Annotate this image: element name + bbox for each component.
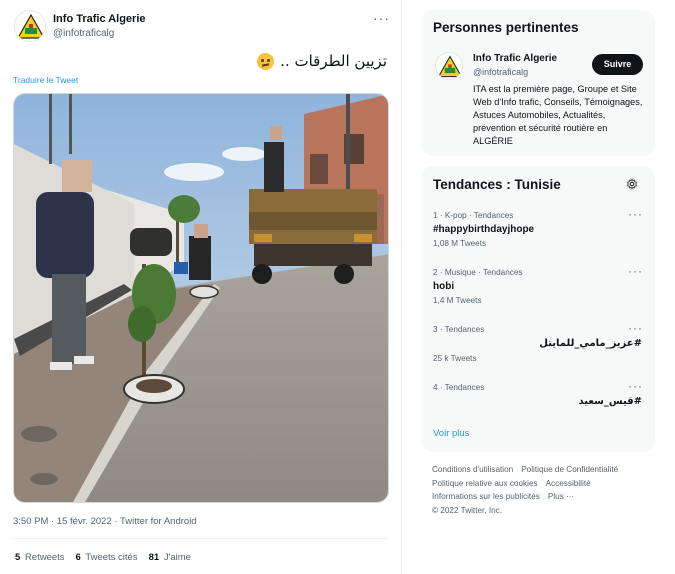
trend-item[interactable]: 1 · K-pop · Tendances ··· #happybirthday… (421, 207, 655, 267)
translate-tweet-link[interactable]: Traduire le Tweet (13, 75, 78, 85)
trend-meta: 2 · Musique · Tendances (433, 268, 523, 277)
thinking-face-emoji (257, 52, 275, 70)
trend-name: #happybirthdayjhope (433, 224, 535, 235)
footer-links: Conditions d'utilisation Politique de Con… (432, 463, 662, 517)
trends-card: Tendances : Tunisie 1 · K-pop · Tendance… (421, 166, 655, 452)
more-dots-icon[interactable]: ··· (628, 379, 643, 393)
trend-item[interactable]: 3 · Tendances ··· #عزيز_مامي_للمايتل 25 … (421, 321, 655, 381)
retweets-count: 5 (15, 552, 21, 563)
footer-more-link[interactable]: Plus ··· (548, 492, 574, 501)
more-dots-icon[interactable]: ··· (628, 264, 643, 278)
quote-tweets-label: Tweets cités (85, 552, 138, 563)
trend-tweet-count: 1,08 M Tweets (433, 239, 487, 248)
trend-tweet-count: 25 k Tweets (433, 354, 477, 363)
trends-title: Tendances : Tunisie (433, 177, 561, 192)
tweet-photo[interactable] (13, 93, 389, 503)
copyright: © 2022 Twitter, Inc. (432, 505, 503, 515)
likes-count: 81 (148, 552, 160, 563)
author-avatar[interactable] (14, 10, 46, 42)
retweets-label: Retweets (24, 552, 65, 563)
street-photo-image (14, 94, 388, 502)
tweet-timestamp[interactable]: 3:50 PM · 15 févr. 2022 · Twitter for An… (13, 516, 197, 527)
trend-name: #عزيز_مامي_للمايتل (539, 338, 642, 349)
trend-tweet-count: 1,4 M Tweets (433, 296, 482, 305)
likes-stat[interactable]: 81 J'aime (149, 552, 191, 563)
suggested-name[interactable]: Info Trafic Algerie (473, 53, 557, 64)
quote-tweets-count: 6 (75, 552, 81, 563)
trend-name: #قيس_سعيد (578, 396, 642, 407)
footer-link[interactable]: Politique relative aux cookies (432, 479, 538, 488)
footer-link[interactable]: Politique de Confidentialité (521, 465, 618, 474)
road-sign-logo (16, 13, 45, 39)
tweet-text-content: تزيين الطرقات .. (280, 52, 387, 70)
tweet-text: تزيين الطرقات .. (257, 52, 387, 70)
author-handle[interactable]: @infotraficalg (53, 28, 114, 39)
tweet-header: Info Trafic Algerie @infotraficalg ··· (14, 10, 394, 44)
likes-label: J'aime (163, 552, 191, 563)
road-sign-logo (437, 55, 462, 78)
suggested-handle[interactable]: @infotraficalg (473, 67, 528, 77)
follow-button[interactable]: Suivre (592, 54, 643, 75)
retweets-stat[interactable]: 5 Retweets (15, 552, 65, 563)
relevant-people-title: Personnes pertinentes (433, 20, 579, 35)
trend-meta: 1 · K-pop · Tendances (433, 211, 514, 220)
more-dots-icon[interactable]: ··· (628, 321, 643, 335)
footer-link[interactable]: Conditions d'utilisation (432, 465, 513, 474)
suggested-avatar[interactable] (435, 52, 463, 80)
trend-name: hobi (433, 281, 455, 292)
quote-tweets-stat[interactable]: 6 Tweets cités (76, 552, 138, 563)
tweet-stats: 5 Retweets 6 Tweets cités 81 J'aime (15, 552, 191, 563)
more-dots-icon[interactable]: ··· (628, 207, 643, 221)
footer-link[interactable]: Informations sur les publicités (432, 492, 540, 501)
tweet-column: Info Trafic Algerie @infotraficalg ··· ت… (0, 0, 402, 574)
show-more-link[interactable]: Voir plus (433, 428, 469, 439)
trend-item[interactable]: 2 · Musique · Tendances ··· hobi 1,4 M T… (421, 264, 655, 324)
trend-meta: 4 · Tendances (433, 383, 485, 392)
author-name[interactable]: Info Trafic Algerie (53, 13, 146, 25)
more-dots-icon[interactable]: ··· (373, 10, 390, 26)
suggested-bio: ITA est la première page, Groupe et Site… (473, 84, 643, 146)
divider (13, 538, 389, 539)
gear-icon[interactable] (626, 178, 638, 190)
footer-link[interactable]: Accessibilité (546, 479, 591, 488)
trend-meta: 3 · Tendances (433, 325, 485, 334)
relevant-people-card: Personnes pertinentes Info Trafic Algeri… (421, 10, 655, 156)
